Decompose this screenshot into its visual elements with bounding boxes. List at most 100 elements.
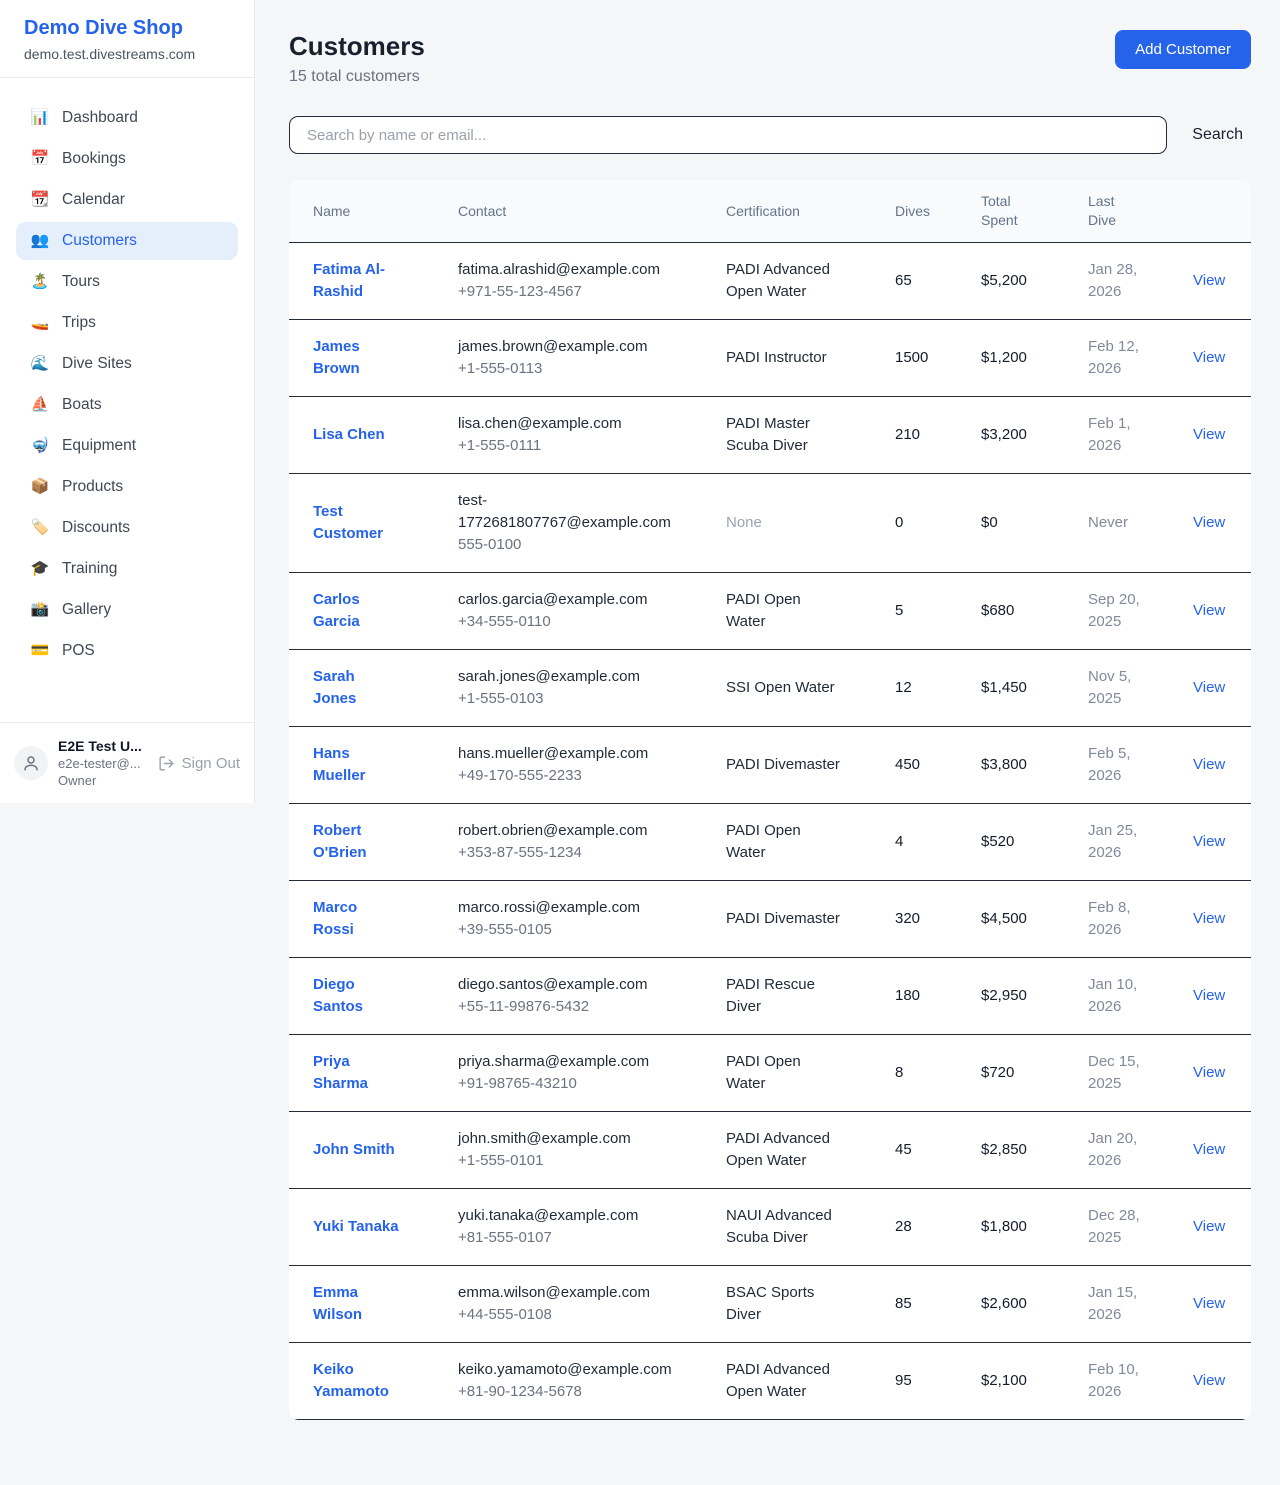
camera-icon: 📸: [30, 600, 50, 620]
customers-table: Name Contact Certification Dives Total S…: [289, 180, 1251, 1420]
sidebar-item-label: Calendar: [62, 190, 125, 210]
sidebar-item-training[interactable]: 🎓 Training: [16, 550, 238, 588]
view-link[interactable]: View: [1193, 679, 1225, 696]
view-link[interactable]: View: [1193, 514, 1225, 531]
shop-brand: Demo Dive Shop demo.test.divestreams.com: [0, 0, 254, 78]
table-row: Diego Santos diego.santos@example.com +5…: [289, 958, 1251, 1035]
certification-value: PADI Instructor: [726, 347, 827, 369]
search-button[interactable]: Search: [1192, 126, 1251, 144]
last-dive-date: Feb 8, 2026: [1088, 897, 1148, 941]
customer-email: priya.sharma@example.com: [458, 1051, 676, 1073]
view-link[interactable]: View: [1193, 349, 1225, 366]
sidebar-item-discounts[interactable]: 🏷️ Discounts: [16, 509, 238, 547]
view-link[interactable]: View: [1193, 756, 1225, 773]
customer-email: emma.wilson@example.com: [458, 1282, 676, 1304]
sidebar-item-label: Boats: [62, 395, 102, 415]
view-link[interactable]: View: [1193, 1064, 1225, 1081]
diving-mask-icon: 🤿: [30, 436, 50, 456]
certification-value: NAUI Advanced Scuba Diver: [726, 1205, 841, 1249]
view-link[interactable]: View: [1193, 1218, 1225, 1235]
user-icon: [22, 754, 40, 772]
customer-phone: 555-0100: [458, 534, 702, 556]
dives-count: 65: [883, 243, 969, 320]
sidebar-item-equipment[interactable]: 🤿 Equipment: [16, 427, 238, 465]
last-dive-date: Feb 5, 2026: [1088, 743, 1148, 787]
customer-phone: +81-555-0107: [458, 1227, 702, 1249]
sidebar-nav: 📊 Dashboard 📅 Bookings 📆 Calendar 👥 Cust…: [0, 78, 254, 722]
sidebar-item-boats[interactable]: ⛵ Boats: [16, 386, 238, 424]
customer-email: hans.mueller@example.com: [458, 743, 676, 765]
sidebar-item-label: Dashboard: [62, 108, 138, 128]
view-link[interactable]: View: [1193, 1141, 1225, 1158]
view-link[interactable]: View: [1193, 833, 1225, 850]
last-dive-date: Nov 5, 2025: [1088, 666, 1148, 710]
column-header-name: Name: [289, 180, 446, 243]
customer-name-link[interactable]: Robert O'Brien: [313, 820, 401, 864]
sidebar-item-label: Tours: [62, 272, 100, 292]
total-spent-value: $3,200: [969, 397, 1076, 474]
search-input[interactable]: [289, 116, 1167, 154]
customer-name-link[interactable]: James Brown: [313, 336, 401, 380]
sign-out-button[interactable]: Sign Out: [158, 755, 240, 772]
sidebar-item-customers[interactable]: 👥 Customers: [16, 222, 238, 260]
last-dive-date: Sep 20, 2025: [1088, 589, 1148, 633]
certification-value: PADI Open Water: [726, 589, 841, 633]
customer-name-link[interactable]: Yuki Tanaka: [313, 1216, 399, 1238]
sidebar-item-tours[interactable]: 🏝️ Tours: [16, 263, 238, 301]
calendar-date-icon: 📅: [30, 149, 50, 169]
customer-name-link[interactable]: Marco Rossi: [313, 897, 401, 941]
certification-value: PADI Advanced Open Water: [726, 1359, 841, 1403]
shop-name[interactable]: Demo Dive Shop: [24, 16, 230, 40]
customer-name-link[interactable]: Lisa Chen: [313, 424, 385, 446]
customer-name-link[interactable]: Sarah Jones: [313, 666, 401, 710]
customer-name-link[interactable]: Diego Santos: [313, 974, 401, 1018]
customer-name-link[interactable]: Priya Sharma: [313, 1051, 401, 1095]
dives-count: 320: [883, 881, 969, 958]
sidebar-item-products[interactable]: 📦 Products: [16, 468, 238, 506]
last-dive-date: Feb 1, 2026: [1088, 413, 1148, 457]
sidebar-item-bookings[interactable]: 📅 Bookings: [16, 140, 238, 178]
column-header-certification: Certification: [714, 180, 883, 243]
island-icon: 🏝️: [30, 272, 50, 292]
sidebar-item-trips[interactable]: 🚤 Trips: [16, 304, 238, 342]
table-row: James Brown james.brown@example.com +1-5…: [289, 320, 1251, 397]
customer-name-link[interactable]: Carlos Garcia: [313, 589, 401, 633]
customer-email: fatima.alrashid@example.com: [458, 259, 676, 281]
table-row: Fatima Al-Rashid fatima.alrashid@example…: [289, 243, 1251, 320]
column-header-dives: Dives: [883, 180, 969, 243]
view-link[interactable]: View: [1193, 1372, 1225, 1389]
table-row: John Smith john.smith@example.com +1-555…: [289, 1112, 1251, 1189]
customer-phone: +1-555-0101: [458, 1150, 702, 1172]
last-dive-date: Feb 10, 2026: [1088, 1359, 1148, 1403]
view-link[interactable]: View: [1193, 602, 1225, 619]
view-link[interactable]: View: [1193, 987, 1225, 1004]
total-spent-value: $2,600: [969, 1266, 1076, 1343]
sidebar-item-dive-sites[interactable]: 🌊 Dive Sites: [16, 345, 238, 383]
view-link[interactable]: View: [1193, 426, 1225, 443]
sidebar-item-dashboard[interactable]: 📊 Dashboard: [16, 99, 238, 137]
view-link[interactable]: View: [1193, 272, 1225, 289]
customer-name-link[interactable]: Keiko Yamamoto: [313, 1359, 401, 1403]
sidebar-item-pos[interactable]: 💳 POS: [16, 632, 238, 670]
sidebar-item-gallery[interactable]: 📸 Gallery: [16, 591, 238, 629]
customer-email: robert.obrien@example.com: [458, 820, 676, 842]
customer-name-link[interactable]: Test Customer: [313, 501, 401, 545]
total-spent-value: $1,800: [969, 1189, 1076, 1266]
view-link[interactable]: View: [1193, 1295, 1225, 1312]
total-spent-value: $3,800: [969, 727, 1076, 804]
customer-name-link[interactable]: Emma Wilson: [313, 1282, 401, 1326]
table-header-row: Name Contact Certification Dives Total S…: [289, 180, 1251, 243]
total-spent-value: $1,200: [969, 320, 1076, 397]
customer-email: yuki.tanaka@example.com: [458, 1205, 676, 1227]
customer-name-link[interactable]: Hans Mueller: [313, 743, 401, 787]
table-row: Keiko Yamamoto keiko.yamamoto@example.co…: [289, 1343, 1251, 1420]
sidebar-item-label: Dive Sites: [62, 354, 132, 374]
add-customer-button[interactable]: Add Customer: [1115, 30, 1251, 69]
view-link[interactable]: View: [1193, 910, 1225, 927]
sidebar-item-calendar[interactable]: 📆 Calendar: [16, 181, 238, 219]
dives-count: 4: [883, 804, 969, 881]
dives-count: 1500: [883, 320, 969, 397]
customer-name-link[interactable]: Fatima Al-Rashid: [313, 259, 401, 303]
customer-count: 15 total customers: [289, 66, 425, 88]
customer-name-link[interactable]: John Smith: [313, 1139, 395, 1161]
